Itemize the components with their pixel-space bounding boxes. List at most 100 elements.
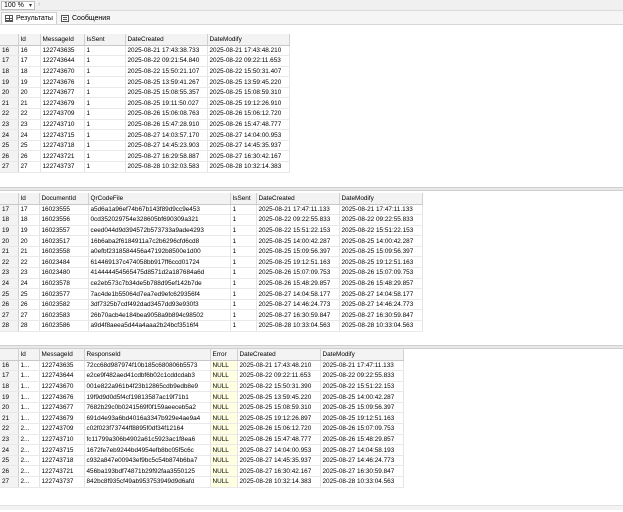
- table-cell[interactable]: 122743721: [40, 150, 85, 163]
- table-cell[interactable]: 17: [18, 55, 41, 67]
- results-grid-1[interactable]: Id MessageId IsSent DateCreated DateModify 16…: [0, 34, 623, 184]
- table-cell[interactable]: 2025-08-22 09:21:54.840: [125, 55, 208, 67]
- column-header[interactable]: Id: [18, 34, 41, 46]
- row-number[interactable]: 26: [0, 150, 19, 163]
- table-cell[interactable]: 122743721: [39, 465, 85, 478]
- table-cell[interactable]: 1: [84, 108, 126, 120]
- table-cell[interactable]: 2025-08-22 15:50:21.107: [125, 66, 208, 78]
- table-cell[interactable]: 122743737: [39, 476, 85, 488]
- results-table[interactable]: Id MessageId IsSent DateCreated DateModify 16…: [0, 34, 290, 173]
- table-row[interactable]: 20 1... 122743677 7682b29c0b0241569f0f159ae…: [0, 402, 404, 414]
- table-cell[interactable]: 2025-08-27 14:45:23.903: [125, 140, 208, 152]
- column-header[interactable]: ResponseId: [84, 349, 211, 361]
- table-row[interactable]: 20 20 16023517 16b6aba2f6184911a7c2b6296cfd…: [0, 235, 423, 247]
- row-number[interactable]: 27: [0, 161, 19, 173]
- column-header[interactable]: Id: [18, 193, 40, 205]
- table-cell[interactable]: 122743676: [40, 76, 85, 88]
- table-cell[interactable]: 2025-08-26 15:07:09.753: [320, 423, 404, 435]
- table-cell[interactable]: 1: [84, 87, 126, 99]
- table-cell[interactable]: 2025-08-25 15:09:56.397: [320, 402, 404, 414]
- table-cell[interactable]: a9d4f8aeea5d44a4aaa2b24bcf3516f4: [88, 320, 231, 332]
- table-cell[interactable]: 1: [84, 55, 126, 67]
- column-header[interactable]: DocumentId: [39, 193, 89, 205]
- table-cell[interactable]: 2025-08-22 09:22:55.833: [339, 214, 423, 226]
- table-row[interactable]: 24 24 16023578 ce2eb573c7b34de5b788d95ef142…: [0, 278, 423, 290]
- row-number[interactable]: 20: [0, 235, 19, 247]
- row-number[interactable]: 23: [0, 434, 19, 446]
- table-cell[interactable]: 122743710: [39, 434, 85, 446]
- row-number[interactable]: 26: [0, 299, 19, 311]
- table-cell[interactable]: 2025-08-27 14:04:58.177: [339, 288, 423, 300]
- table-cell[interactable]: 1: [84, 129, 126, 141]
- row-number[interactable]: 27: [0, 476, 19, 488]
- table-cell[interactable]: 1: [230, 267, 257, 279]
- table-row[interactable]: 18 1... 122743670 001e822a961b4f23b12865cdb…: [0, 381, 404, 393]
- row-number[interactable]: 17: [0, 204, 19, 216]
- column-header[interactable]: Id: [18, 349, 40, 361]
- row-number[interactable]: 24: [0, 278, 19, 290]
- table-row[interactable]: 19 19 16023557 ceed044d9d394572b573733a9ade…: [0, 225, 423, 237]
- column-header[interactable]: DateCreated: [125, 34, 208, 46]
- table-cell[interactable]: 24: [18, 278, 40, 290]
- table-cell[interactable]: 1: [230, 246, 257, 258]
- table-row[interactable]: 22 22 122743709 1 2025-08-26 15:06:08.763 202…: [0, 108, 290, 120]
- table-cell[interactable]: 2025-08-22 15:51:22.153: [320, 381, 404, 393]
- table-cell[interactable]: 1: [230, 299, 257, 311]
- table-cell[interactable]: 2025-08-22 09:22:55.833: [256, 214, 340, 226]
- table-cell[interactable]: NULL: [210, 444, 238, 456]
- row-number[interactable]: 21: [0, 412, 19, 425]
- table-cell[interactable]: 18: [18, 66, 41, 78]
- column-header[interactable]: IsSent: [84, 34, 126, 46]
- table-cell[interactable]: 1: [230, 235, 257, 247]
- table-cell[interactable]: 2025-08-21 17:47:11.133: [339, 204, 423, 216]
- table-cell[interactable]: 2025-08-26 15:47:48.777: [237, 434, 321, 446]
- row-number[interactable]: 26: [0, 465, 19, 478]
- table-cell[interactable]: 1: [84, 140, 126, 152]
- row-number[interactable]: 23: [0, 119, 19, 131]
- table-cell[interactable]: 16023484: [39, 256, 89, 269]
- table-cell[interactable]: 2025-08-27 14:46:24.773: [320, 455, 404, 467]
- column-header[interactable]: DateCreated: [256, 193, 340, 205]
- table-cell[interactable]: 2025-08-22 09:22:11.653: [207, 55, 290, 67]
- table-cell[interactable]: 2025-08-21 17:47:11.133: [320, 360, 404, 372]
- results-grid-3[interactable]: Id MessageId ResponseId Error DateCreated Dat…: [0, 349, 623, 501]
- table-cell[interactable]: 2025-08-22 09:22:11.653: [237, 370, 321, 382]
- table-cell[interactable]: 1...: [18, 402, 40, 414]
- table-cell[interactable]: 1: [84, 45, 126, 57]
- table-cell[interactable]: 2...: [18, 465, 40, 478]
- table-cell[interactable]: 122743679: [39, 412, 85, 425]
- table-cell[interactable]: 72cc68d987974f10b185c680806b5573: [84, 360, 211, 372]
- table-row[interactable]: 26 26 16023582 3df7325b7cdf492dad3457dd93e9…: [0, 299, 423, 311]
- table-cell[interactable]: 2025-08-26 15:47:28.910: [125, 119, 208, 131]
- table-row[interactable]: 23 23 16023480 414444454565475d8571d2a18768…: [0, 267, 423, 279]
- table-cell[interactable]: 2025-08-27 16:30:59.847: [256, 309, 340, 322]
- table-cell[interactable]: 2025-08-25 19:12:26.897: [237, 412, 321, 425]
- table-cell[interactable]: 1: [230, 278, 257, 290]
- table-cell[interactable]: 2025-08-27 16:30:42.167: [237, 465, 321, 478]
- table-cell[interactable]: 122743718: [39, 455, 85, 467]
- table-row[interactable]: 23 2... 122743710 fc11799a306b4902a61c5923a…: [0, 434, 404, 446]
- table-cell[interactable]: 2025-08-21 17:47:11.133: [256, 204, 340, 216]
- table-cell[interactable]: 2...: [18, 423, 40, 435]
- table-row[interactable]: 23 23 122743710 1 2025-08-26 15:47:28.910 202…: [0, 119, 290, 131]
- table-cell[interactable]: 2025-08-27 14:46:24.773: [339, 299, 423, 311]
- table-cell[interactable]: 2025-08-25 15:09:56.397: [256, 246, 340, 258]
- table-cell[interactable]: 21: [18, 246, 40, 258]
- row-number[interactable]: 20: [0, 87, 19, 99]
- table-cell[interactable]: 1672fe7eb9244bd4954efb8bc05f5c6c: [84, 444, 211, 456]
- table-cell[interactable]: 2025-08-28 10:33:04.563: [339, 320, 423, 332]
- table-row[interactable]: 16 16 122743635 1 2025-08-21 17:43:38.733 202…: [0, 45, 290, 57]
- table-cell[interactable]: 2025-08-27 14:46:24.773: [256, 299, 340, 311]
- table-cell[interactable]: 2025-08-27 14:45:35.937: [207, 140, 290, 152]
- row-number[interactable]: 21: [0, 246, 19, 258]
- table-cell[interactable]: 2025-08-26 15:48:29.857: [256, 278, 340, 290]
- table-cell[interactable]: 2025-08-27 14:03:57.170: [125, 129, 208, 141]
- column-header[interactable]: QrCodeFile: [88, 193, 231, 205]
- table-cell[interactable]: 2025-08-27 16:30:42.167: [207, 150, 290, 163]
- table-cell[interactable]: 2025-08-27 14:04:58.193: [320, 444, 404, 456]
- table-cell[interactable]: 122743679: [40, 97, 85, 110]
- table-row[interactable]: 18 18 16023556 0cd352029754e328605bf690309a…: [0, 214, 423, 226]
- table-cell[interactable]: 2025-08-27 14:04:00.953: [207, 129, 290, 141]
- table-row[interactable]: 24 2... 122743715 1672fe7eb9244bd4954efb8bc…: [0, 444, 404, 456]
- table-cell[interactable]: 1...: [18, 360, 40, 372]
